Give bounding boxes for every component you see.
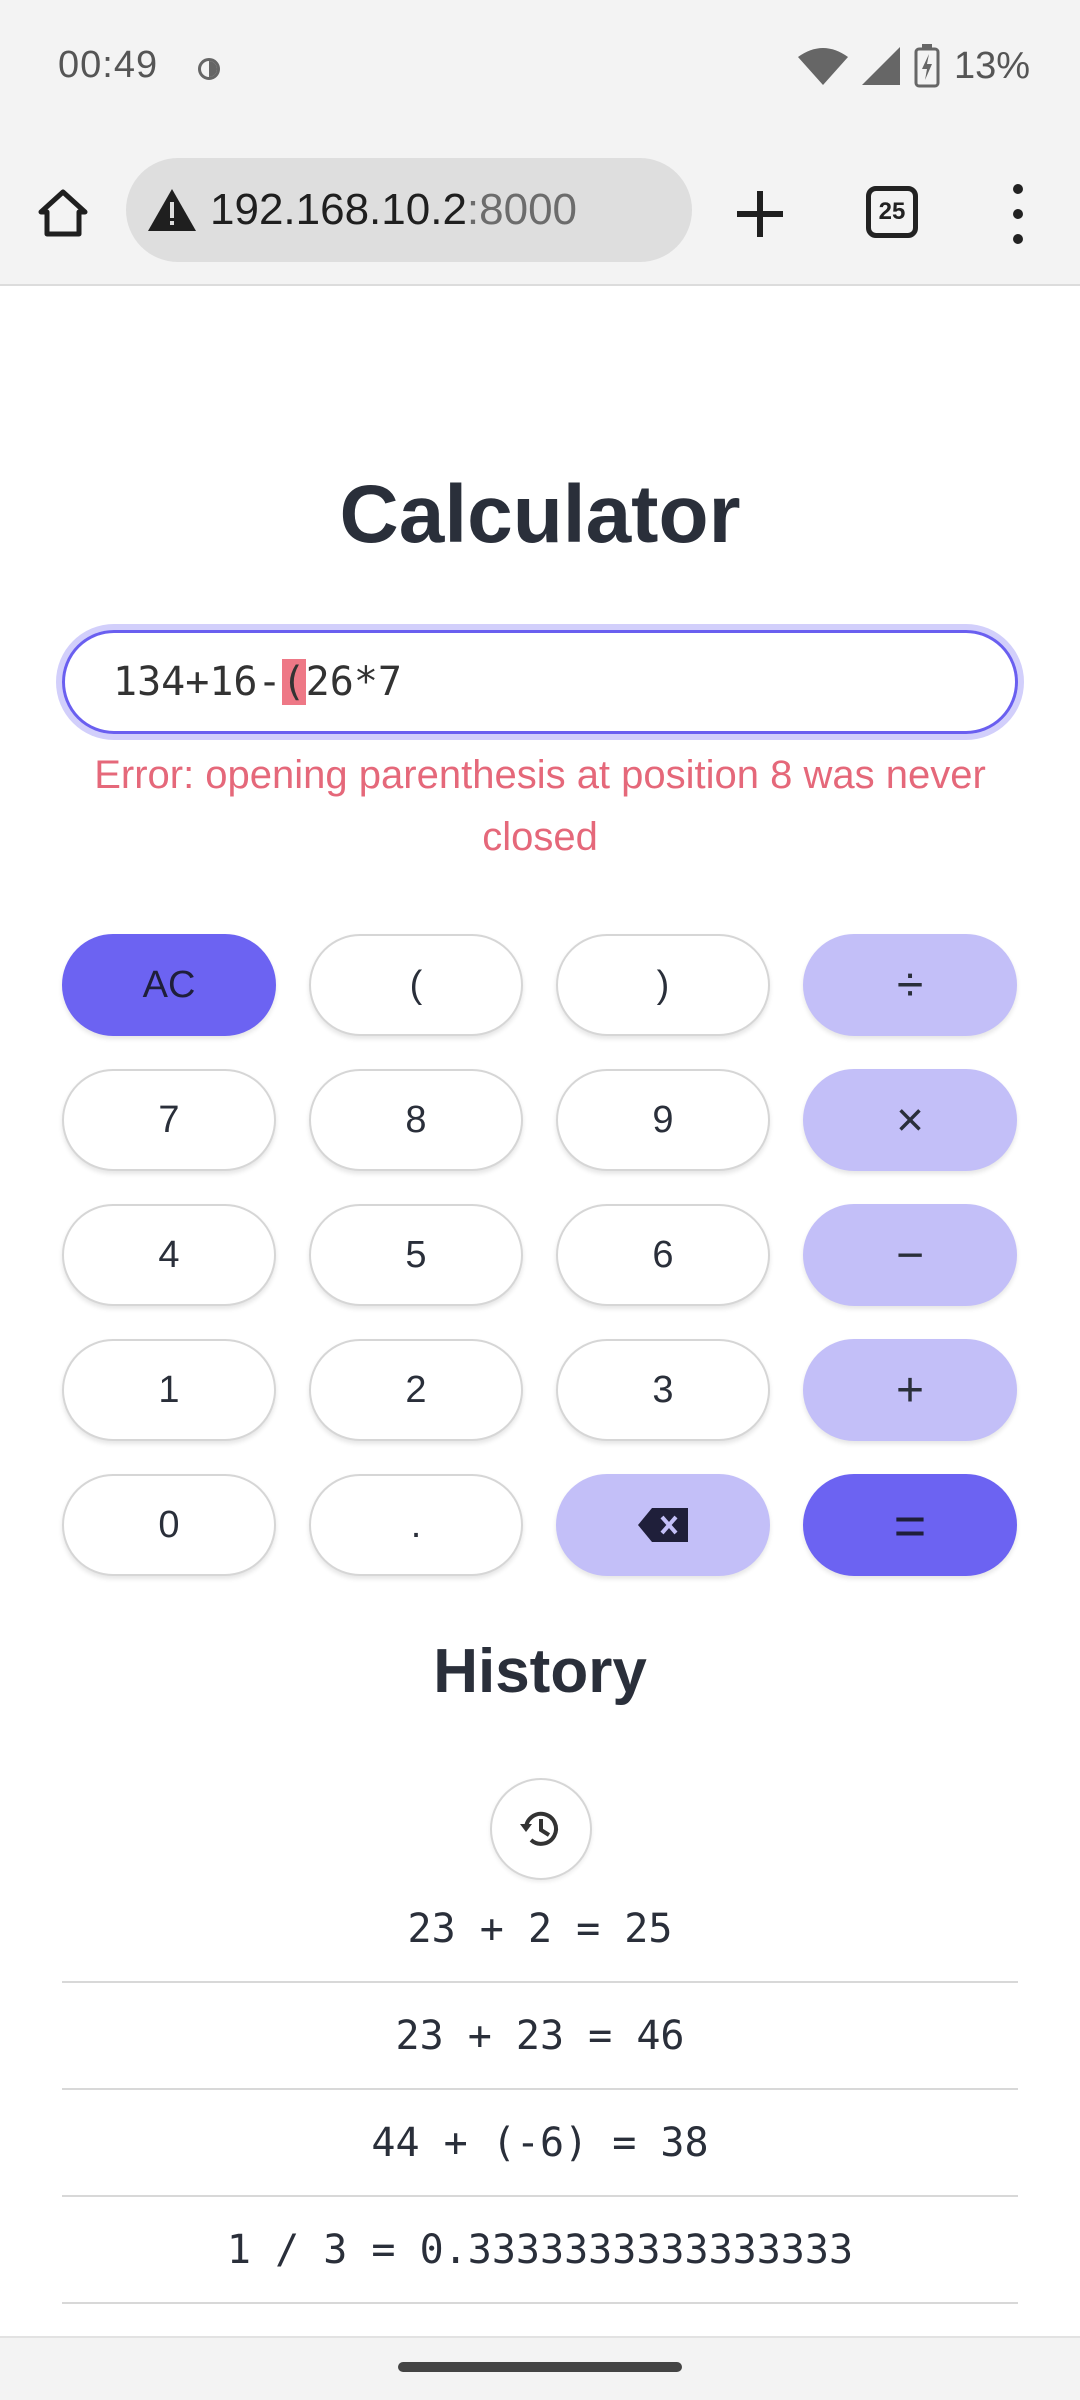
battery-charging-icon xyxy=(914,44,940,88)
subtract-button[interactable]: − xyxy=(803,1204,1017,1306)
decimal-button[interactable]: . xyxy=(309,1474,523,1576)
status-time: 00:49 xyxy=(58,44,159,86)
multiply-button[interactable]: × xyxy=(803,1069,1017,1171)
not-secure-warning-icon[interactable] xyxy=(144,182,200,238)
dot xyxy=(1013,209,1023,219)
history-list: 23 + 2 = 25 23 + 23 = 46 44 + (-6) = 38 … xyxy=(62,1876,1018,2304)
home-icon xyxy=(38,189,88,237)
backspace-button[interactable] xyxy=(556,1474,770,1576)
digit-7-button[interactable]: 7 xyxy=(62,1069,276,1171)
page-title: Calculator xyxy=(339,469,741,560)
expression-after: 26*7 xyxy=(305,659,402,705)
digit-8-button[interactable]: 8 xyxy=(309,1069,523,1171)
history-item[interactable]: 44 + (-6) = 38 xyxy=(62,2090,1018,2197)
equals-button[interactable]: = xyxy=(803,1474,1017,1576)
expression-input[interactable]: 134+16-(26*7 xyxy=(62,630,1018,734)
gesture-handle[interactable] xyxy=(398,2362,682,2372)
digit-6-button[interactable]: 6 xyxy=(556,1204,770,1306)
history-button[interactable] xyxy=(490,1778,592,1880)
data-saver-icon xyxy=(198,58,220,80)
history-item[interactable]: 23 + 23 = 46 xyxy=(62,1983,1018,2090)
status-bar: 00:49 13% xyxy=(0,0,1080,140)
backspace-icon xyxy=(638,1508,688,1542)
digit-2-button[interactable]: 2 xyxy=(309,1339,523,1441)
add-button[interactable]: + xyxy=(803,1339,1017,1441)
system-nav-bar xyxy=(0,2336,1080,2400)
error-highlight: ( xyxy=(281,659,306,705)
wifi-icon xyxy=(797,48,848,85)
history-title: History xyxy=(433,1637,647,1706)
dot xyxy=(1013,234,1023,244)
error-message: Error: opening parenthesis at position 8… xyxy=(94,753,986,859)
url-port: :8000 xyxy=(466,185,578,234)
cell-signal-icon xyxy=(861,47,900,85)
clear-button[interactable]: AC xyxy=(62,934,276,1036)
digit-4-button[interactable]: 4 xyxy=(62,1204,276,1306)
status-icons: 13% xyxy=(797,44,1030,88)
history-item[interactable]: 1 / 3 = 0.3333333333333333 xyxy=(62,2197,1018,2304)
digit-3-button[interactable]: 3 xyxy=(556,1339,770,1441)
browser-toolbar: 192.168.10.2:8000 25 xyxy=(0,140,1080,286)
digit-1-button[interactable]: 1 xyxy=(62,1339,276,1441)
tab-switcher-button[interactable]: 25 xyxy=(866,186,918,238)
digit-9-button[interactable]: 9 xyxy=(556,1069,770,1171)
open-paren-button[interactable]: ( xyxy=(309,934,523,1036)
expression-before: 134+16- xyxy=(113,659,282,705)
home-button[interactable] xyxy=(30,180,96,246)
history-item[interactable]: 23 + 2 = 25 xyxy=(62,1876,1018,1983)
history-icon xyxy=(520,1811,558,1846)
close-paren-button[interactable]: ) xyxy=(556,934,770,1036)
address-bar[interactable]: 192.168.10.2:8000 xyxy=(126,158,692,262)
dot xyxy=(1013,184,1023,194)
digit-5-button[interactable]: 5 xyxy=(309,1204,523,1306)
digit-0-button[interactable]: 0 xyxy=(62,1474,276,1576)
divide-button[interactable]: ÷ xyxy=(803,934,1017,1036)
more-options-button[interactable] xyxy=(998,184,1038,244)
new-tab-button[interactable] xyxy=(724,178,796,250)
keypad: AC ( ) ÷ 7 8 9 × 4 5 6 − 1 2 3 + 0 . = xyxy=(62,934,1018,1576)
plus-icon xyxy=(737,191,783,237)
url-host: 192.168.10.2 xyxy=(210,185,467,234)
battery-percent: 13% xyxy=(953,44,1030,87)
